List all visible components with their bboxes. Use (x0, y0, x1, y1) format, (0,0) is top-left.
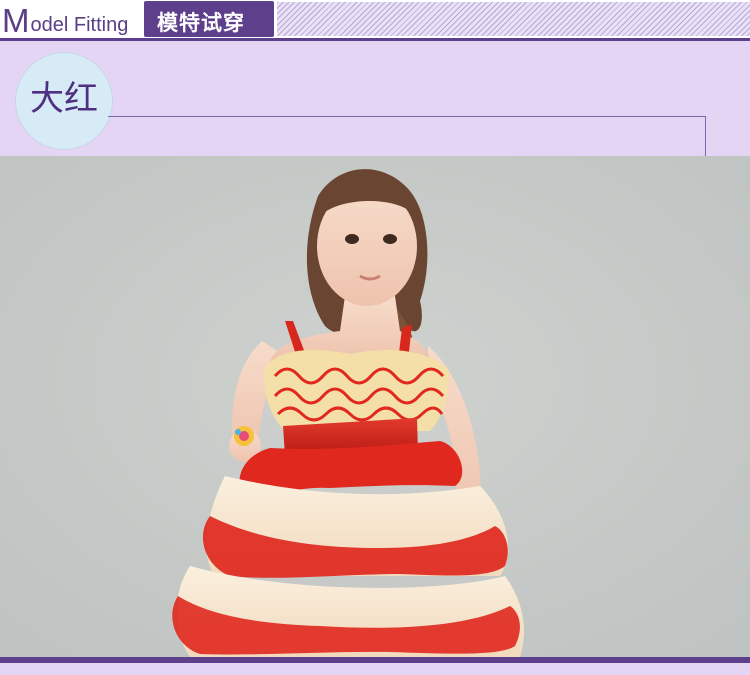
model-illustration (0, 156, 750, 657)
footer-space (0, 663, 750, 675)
color-label: 大红 (30, 79, 98, 119)
section-header: Model Fitting 模特试穿 (0, 0, 750, 40)
toy-ring (234, 426, 254, 446)
section-rule-horizontal (108, 116, 706, 117)
header-title-en: Model Fitting (2, 2, 128, 38)
face (317, 184, 417, 306)
header-title-cn: 模特试穿 (157, 11, 245, 35)
header-title-en-rest: odel Fitting (30, 14, 129, 36)
header-title-en-initial: M (2, 2, 30, 39)
section-rule-vertical (705, 116, 706, 156)
header-divider (0, 38, 750, 41)
header-title-cn-box: 模特试穿 (144, 1, 274, 37)
dress-bodice (264, 349, 449, 431)
model-photo (0, 156, 750, 657)
color-badge: 大红 (15, 52, 113, 150)
header-stripe-pattern (277, 2, 750, 36)
